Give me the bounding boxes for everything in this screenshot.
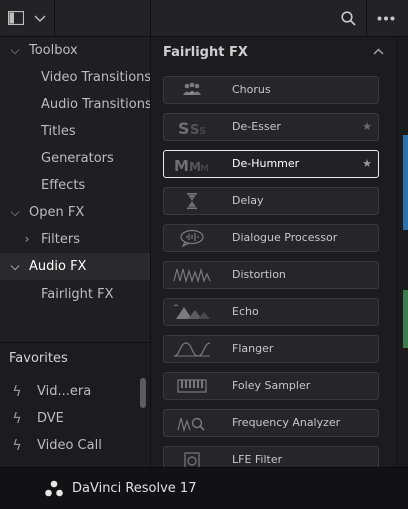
effect-item-frequency-analyzer[interactable]: Frequency Analyzer: [163, 409, 379, 437]
toolbar-divider: [150, 0, 151, 36]
effect-item-distortion[interactable]: Distortion: [163, 261, 379, 289]
tree-item-label: Effects: [41, 178, 86, 193]
toolbar-divider: [54, 0, 55, 36]
favorite-item[interactable]: ϟ DVE: [0, 406, 140, 432]
chevron-down-icon[interactable]: ⌵: [8, 37, 22, 64]
flanger-wave-icon: [173, 342, 211, 357]
hourglass-icon: [187, 193, 197, 209]
effect-item-de-esser[interactable]: S S S De-Esser ★: [163, 113, 379, 141]
app-name: DaVinci Resolve 17: [72, 481, 197, 496]
effect-label: Delay: [232, 194, 264, 207]
effect-item-foley-sampler[interactable]: Foley Sampler: [163, 372, 379, 400]
tree-item-label: Video Transitions: [41, 70, 152, 85]
timeline-clip-green: [403, 290, 408, 348]
echo-mountains-icon: [173, 304, 210, 319]
tree-item-label: Open FX: [29, 205, 85, 220]
effect-label: Chorus: [232, 83, 271, 96]
svg-text:M: M: [174, 157, 189, 173]
status-bar: DaVinci Resolve 17: [0, 467, 408, 509]
de-hummer-icon: M M M: [174, 157, 209, 173]
svg-text:S: S: [178, 119, 190, 136]
tree-item-label: Generators: [41, 151, 114, 166]
tree-item-label: Audio FX: [29, 259, 87, 274]
tree-item-toolbox[interactable]: ⌵ Toolbox: [0, 37, 150, 64]
section-title: Fairlight FX: [163, 45, 248, 60]
tree-item-label: Filters: [41, 232, 80, 247]
effect-label: LFE Filter: [232, 453, 283, 466]
tree-item-label: Fairlight FX: [41, 287, 114, 302]
frequency-analyzer-icon: [177, 417, 205, 432]
tree-item-titles[interactable]: Titles: [0, 118, 150, 145]
de-esser-icon: S S S: [178, 119, 206, 136]
favorites-title: Favorites: [9, 351, 68, 366]
effects-library: Fairlight FX Chorus S S S De-Esser ★ M M…: [151, 37, 396, 467]
piano-keys-icon: [177, 379, 207, 393]
favorite-label: Vid...era: [37, 384, 92, 399]
favorite-star-icon[interactable]: ★: [362, 114, 372, 140]
chevron-down-icon[interactable]: ⌵: [8, 253, 22, 280]
tree-item-label: Toolbox: [29, 43, 78, 58]
distortion-wave-icon: [173, 267, 211, 284]
favorite-label: DVE: [37, 411, 64, 426]
svg-text:S: S: [190, 123, 199, 136]
panel-toggle-icon[interactable]: [8, 11, 24, 25]
tree-item-generators[interactable]: Generators: [0, 145, 150, 172]
effect-label: Dialogue Processor: [232, 231, 338, 244]
bolt-icon: ϟ: [12, 384, 22, 400]
effect-item-de-hummer[interactable]: M M M De-Hummer ★: [163, 150, 379, 178]
effect-item-chorus[interactable]: Chorus: [163, 76, 379, 104]
favorite-item[interactable]: ϟ Vid...era: [0, 379, 140, 405]
favorite-item[interactable]: ϟ Video Call: [0, 433, 140, 459]
favorites-scrollbar[interactable]: [140, 378, 146, 408]
effect-label: Foley Sampler: [232, 379, 311, 392]
tree-item-fairlight-fx[interactable]: Fairlight FX: [0, 281, 150, 308]
effect-label: Frequency Analyzer: [232, 416, 341, 429]
chevron-up-icon[interactable]: [373, 48, 384, 55]
adjacent-panel-edge: [396, 37, 408, 467]
tree-item-filters[interactable]: › Filters: [0, 226, 150, 253]
tree-item-video-transitions[interactable]: Video Transitions: [0, 64, 152, 91]
tree-item-label: Titles: [41, 124, 76, 139]
speech-bubble-icon: [180, 229, 204, 247]
chorus-icon: [183, 82, 201, 95]
timeline-clip-blue: [403, 135, 408, 230]
effect-item-delay[interactable]: Delay: [163, 187, 379, 215]
speaker-icon: [184, 452, 200, 467]
favorites-panel: Favorites ϟ Vid...era ϟ DVE ϟ Video Call: [0, 342, 150, 468]
tree-item-open-fx[interactable]: ⌵ Open FX: [0, 199, 150, 226]
effect-label: Echo: [232, 305, 259, 318]
chevron-down-icon[interactable]: [34, 15, 46, 23]
favorite-star-icon[interactable]: ★: [362, 151, 372, 177]
effect-label: De-Esser: [232, 120, 281, 133]
effect-label: Distortion: [232, 268, 286, 281]
svg-text:S: S: [199, 126, 206, 136]
effect-item-lfe-filter[interactable]: LFE Filter: [163, 446, 379, 467]
effect-item-flanger[interactable]: Flanger: [163, 335, 379, 363]
tree-item-audio-fx[interactable]: ⌵ Audio FX: [0, 253, 150, 280]
effect-label: De-Hummer: [232, 157, 300, 170]
svg-text:M: M: [200, 164, 209, 173]
bolt-icon: ϟ: [12, 438, 22, 454]
tree-item-effects[interactable]: Effects: [0, 172, 150, 199]
chevron-down-icon[interactable]: ⌵: [8, 199, 22, 226]
effect-item-echo[interactable]: Echo: [163, 298, 379, 326]
toolbar-divider: [366, 0, 367, 36]
chevron-right-icon[interactable]: ›: [20, 226, 34, 253]
favorite-label: Video Call: [37, 438, 102, 453]
bolt-icon: ϟ: [12, 411, 22, 427]
tree-item-label: Audio Transitions: [41, 97, 152, 112]
search-icon[interactable]: [341, 11, 356, 26]
tree-item-audio-transitions[interactable]: Audio Transitions: [0, 91, 152, 118]
effect-item-dialogue-processor[interactable]: Dialogue Processor: [163, 224, 379, 252]
davinci-resolve-logo-icon: [45, 480, 63, 497]
top-toolbar: [0, 0, 408, 37]
ellipsis-icon[interactable]: [377, 16, 395, 21]
effect-label: Flanger: [232, 342, 274, 355]
